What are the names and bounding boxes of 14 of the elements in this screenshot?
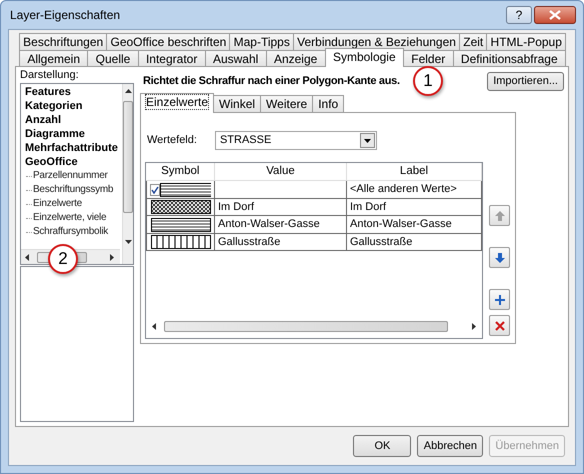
- table-cell: Gallusstraße: [214, 233, 346, 251]
- field-label: Wertefeld:: [147, 133, 197, 148]
- table-cell: Anton-Walser-Gasse: [214, 216, 346, 234]
- column-header: Value: [214, 163, 346, 181]
- table-cell: Im Dorf: [346, 198, 482, 216]
- window-title: Layer-Eigenschaften: [9, 7, 120, 24]
- table-cell: Gallusstraße: [346, 233, 482, 251]
- table-cell: <Alle anderen Werte>: [346, 180, 482, 198]
- column-header: Symbol: [146, 163, 214, 181]
- table-cell: Im Dorf: [214, 198, 346, 216]
- description-text: Richtet die Schraffur nach einer Polygon-Kante aus.: [143, 74, 400, 89]
- column-header: Label: [346, 163, 482, 181]
- table-cell: Anton-Walser-Gasse: [346, 216, 482, 234]
- field-label: Darstellung:: [20, 69, 80, 82]
